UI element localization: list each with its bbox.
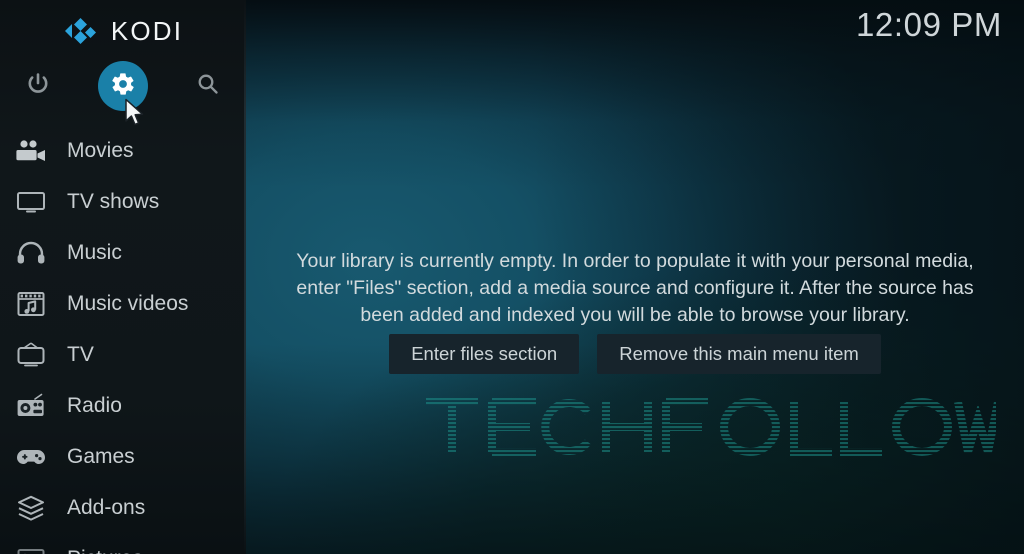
sidebar-item-radio[interactable]: Radio: [0, 380, 246, 431]
main-menu: Movies TV shows Music Music videos TV Ra…: [0, 125, 246, 554]
pictures-icon: [11, 542, 51, 554]
sidebar-item-tv[interactable]: TV: [0, 329, 246, 380]
sidebar-item-label: Music videos: [67, 291, 189, 315]
addon-box-icon: [11, 491, 51, 525]
kodi-screen: 12:09 PM Your library is currently empty…: [0, 0, 1024, 554]
radio-icon: [11, 389, 51, 423]
kodi-logo: KODI: [0, 13, 246, 49]
movie-camera-icon: [11, 134, 51, 168]
sidebar: KODI Movies TV shows Music Music videos …: [0, 0, 246, 554]
main-content: 12:09 PM Your library is currently empty…: [246, 0, 1024, 554]
sidebar-item-label: Games: [67, 444, 135, 468]
television-icon: [11, 338, 51, 372]
gear-icon: [110, 71, 136, 102]
sidebar-item-music-videos[interactable]: Music videos: [0, 278, 246, 329]
sidebar-item-movies[interactable]: Movies: [0, 125, 246, 176]
action-button-row: Enter files section Remove this main men…: [246, 334, 1024, 374]
empty-library-message: Your library is currently empty. In orde…: [296, 250, 974, 326]
clock: 12:09 PM: [855, 6, 1002, 43]
power-button[interactable]: [12, 60, 64, 112]
kodi-logo-text: KODI: [110, 16, 184, 46]
sidebar-item-label: Add-ons: [67, 495, 146, 519]
sidebar-item-label: Radio: [67, 393, 122, 417]
kodi-logo-icon: [63, 16, 99, 46]
sidebar-item-music[interactable]: Music: [0, 227, 246, 278]
search-button[interactable]: [182, 60, 234, 112]
settings-button[interactable]: [97, 60, 149, 112]
settings-button-circle: [98, 61, 148, 111]
search-icon: [195, 71, 221, 102]
monitor-icon: [11, 185, 51, 219]
headphones-icon: [11, 236, 51, 270]
remove-main-menu-item-button[interactable]: Remove this main menu item: [597, 334, 881, 374]
sidebar-item-pictures[interactable]: Pictures: [0, 533, 246, 554]
sidebar-item-label: Pictures: [67, 547, 143, 554]
sidebar-top-icons: [0, 60, 246, 112]
sidebar-item-label: TV shows: [67, 189, 160, 213]
sidebar-item-label: Music: [67, 240, 122, 264]
sidebar-item-tv-shows[interactable]: TV shows: [0, 176, 246, 227]
sidebar-item-label: Movies: [67, 138, 134, 162]
sidebar-item-add-ons[interactable]: Add-ons: [0, 482, 246, 533]
sidebar-item-label: TV: [67, 342, 94, 366]
sidebar-item-games[interactable]: Games: [0, 431, 246, 482]
enter-files-section-button[interactable]: Enter files section: [389, 334, 580, 374]
film-music-icon: [11, 287, 51, 321]
power-icon: [25, 71, 51, 102]
gamepad-icon: [11, 440, 51, 474]
